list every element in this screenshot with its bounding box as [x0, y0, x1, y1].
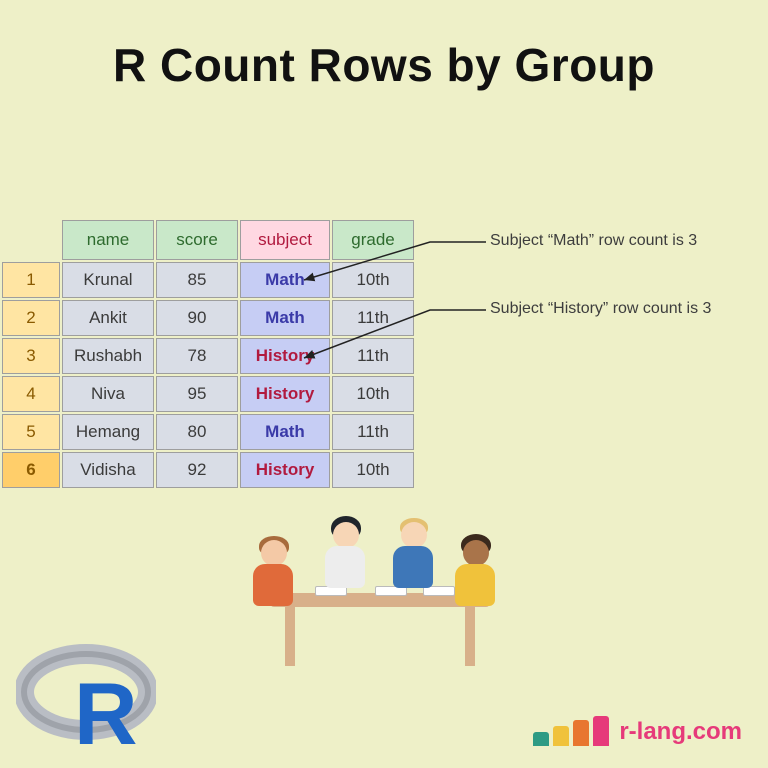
cell-name: Vidisha	[62, 452, 154, 488]
cell-grade: 11th	[332, 414, 414, 450]
row-index: 2	[2, 300, 60, 336]
cell-name: Krunal	[62, 262, 154, 298]
row-index: 6	[2, 452, 60, 488]
desk-leg	[285, 606, 295, 666]
row-index: 3	[2, 338, 60, 374]
cell-score: 92	[156, 452, 238, 488]
brand-bar	[533, 732, 549, 746]
cell-name: Niva	[62, 376, 154, 412]
brand-text: r-lang.com	[619, 720, 742, 746]
r-logo: R	[16, 644, 156, 754]
col-name: name	[62, 220, 154, 260]
logo-letter: R	[74, 664, 138, 754]
study-group-illustration	[245, 498, 515, 688]
annotation-math: Subject “Math” row count is 3	[490, 232, 697, 250]
cell-score: 78	[156, 338, 238, 374]
row-index: 1	[2, 262, 60, 298]
cell-name: Rushabh	[62, 338, 154, 374]
cell-grade: 10th	[332, 452, 414, 488]
table-row: 6Vidisha92History10th	[2, 452, 414, 488]
site-brand: r-lang.com	[533, 716, 742, 746]
cell-score: 85	[156, 262, 238, 298]
brand-bar	[553, 726, 569, 746]
annotation-history: Subject “History” row count is 3	[490, 300, 711, 318]
cell-subject: Math	[240, 414, 330, 450]
row-index: 4	[2, 376, 60, 412]
page-title: R Count Rows by Group	[0, 38, 768, 92]
cell-name: Hemang	[62, 414, 154, 450]
cell-grade: 10th	[332, 376, 414, 412]
desk-leg	[465, 606, 475, 666]
cell-score: 90	[156, 300, 238, 336]
cell-name: Ankit	[62, 300, 154, 336]
cell-subject: History	[240, 376, 330, 412]
cell-subject: History	[240, 452, 330, 488]
cell-score: 80	[156, 414, 238, 450]
table-row: 5Hemang80Math11th	[2, 414, 414, 450]
brand-bar	[593, 716, 609, 746]
brand-bar	[573, 720, 589, 746]
row-index: 5	[2, 414, 60, 450]
brand-bars-icon	[533, 716, 609, 746]
arrow-history	[300, 308, 500, 368]
col-score: score	[156, 220, 238, 260]
cell-score: 95	[156, 376, 238, 412]
table-row: 4Niva95History10th	[2, 376, 414, 412]
